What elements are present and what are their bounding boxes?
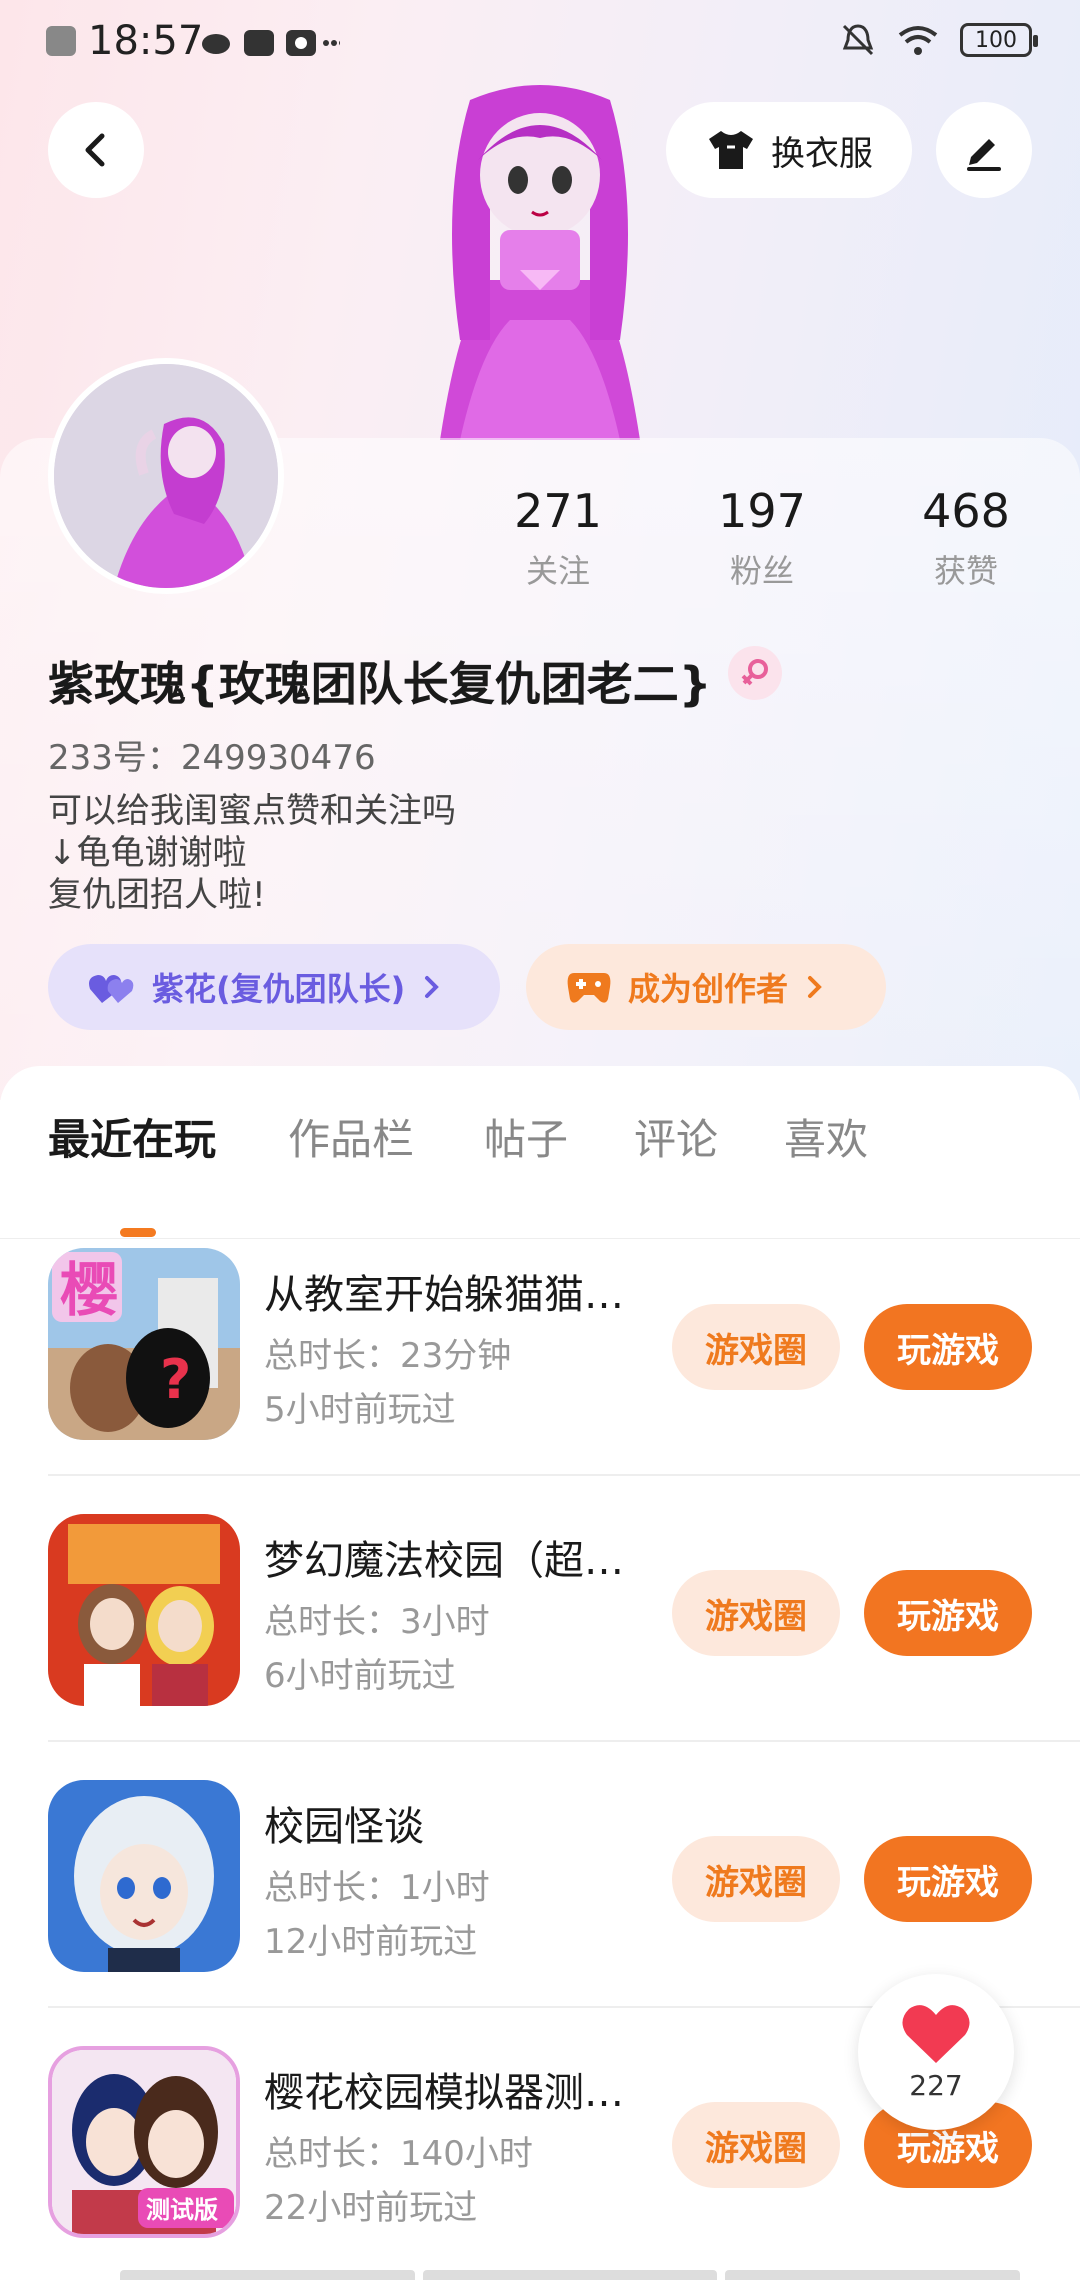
game-last-played: 5小时前玩过: [264, 1390, 456, 1430]
relationship-label: 紫花(复仇团队长): [152, 970, 406, 1008]
game-last-played: 6小时前玩过: [264, 1656, 456, 1696]
double-heart-icon: [89, 975, 134, 1003]
bottom-handle: [120, 2270, 1021, 2280]
game-thumbnail: [48, 1780, 240, 1972]
gamepad-icon: [567, 973, 611, 1003]
game-circle-button[interactable]: 游戏圈: [672, 1836, 840, 1922]
status-bar: 18:57 100: [0, 0, 1080, 84]
following-label: 关注: [525, 552, 590, 590]
status-app-icons: [202, 30, 340, 56]
become-creator-chip[interactable]: 成为创作者: [526, 944, 886, 1030]
game-icon-image: [48, 1780, 240, 1972]
game-circle-button[interactable]: 游戏圈: [672, 1304, 840, 1390]
tab-indicator: [120, 1228, 156, 1237]
female-symbol-icon: [741, 659, 768, 686]
play-game-button[interactable]: 玩游戏: [864, 1570, 1032, 1656]
game-icon-glyph: 樱: [60, 1256, 118, 1324]
avatar-image: [54, 364, 278, 588]
stat-followers[interactable]: 197 粉丝: [672, 484, 852, 592]
game-title: 从教室开始躲猫猫…: [264, 1272, 624, 1318]
game-thumbnail: ? 樱: [48, 1248, 240, 1440]
stat-following[interactable]: 271 关注: [468, 484, 648, 592]
stat-likes[interactable]: 468 获赞: [876, 484, 1056, 592]
chevron-right-icon: [425, 976, 440, 998]
game-duration: 总时长：140小时: [264, 2134, 533, 2174]
game-duration: 总时长：1小时: [264, 1868, 490, 1908]
play-game-button[interactable]: 玩游戏: [864, 1836, 1032, 1922]
avatar[interactable]: [48, 358, 284, 594]
game-title: 梦幻魔法校园（超…: [264, 1538, 624, 1584]
tab-recently-played[interactable]: 最近在玩: [48, 1106, 216, 1167]
back-arrow-icon: [85, 133, 105, 167]
followers-count: 197: [718, 484, 806, 538]
game-thumbnail: 测试版: [48, 2046, 240, 2238]
profile-name: 紫玫瑰{玫瑰团队长复仇团老二}: [48, 657, 712, 711]
become-creator-label: 成为创作者: [628, 970, 789, 1008]
game-icon-image: 测试版: [52, 2050, 236, 2234]
bottom-bar-segment: [422, 2270, 718, 2280]
battery-indicator: 100: [960, 23, 1038, 57]
game-title: 樱花校园模拟器测…: [264, 2070, 624, 2116]
like-count: 227: [909, 2068, 963, 2102]
profile-bio: 可以给我闺蜜点赞和关注吗 ↓龟龟谢谢啦 复仇团招人啦!: [48, 790, 456, 916]
play-game-button[interactable]: 玩游戏: [864, 1304, 1032, 1390]
bio-line: 可以给我闺蜜点赞和关注吗: [48, 791, 456, 831]
tab-posts[interactable]: 帖子: [484, 1106, 568, 1167]
back-button[interactable]: [48, 102, 144, 198]
notification-icon: [46, 26, 76, 56]
relationship-chip[interactable]: 紫花(复仇团队长): [48, 944, 500, 1030]
wifi-icon: [898, 26, 938, 55]
chevron-right-icon: [808, 976, 822, 998]
avatar-character-figure[interactable]: [370, 80, 710, 440]
game-last-played: 12小时前玩过: [264, 1922, 478, 1962]
game-last-played: 22小时前玩过: [264, 2188, 478, 2228]
tab-likes[interactable]: 喜欢: [784, 1106, 868, 1167]
change-outfit-label: 换衣服: [771, 133, 873, 174]
svg-text:?: ?: [160, 1348, 191, 1411]
gender-female-icon: [728, 646, 782, 700]
shirt-icon: [709, 131, 753, 169]
bio-line: 复仇团招人啦!: [48, 875, 266, 915]
game-icon-image: [48, 1514, 240, 1706]
game-circle-button[interactable]: 游戏圈: [672, 1570, 840, 1656]
tabs-divider: [0, 1238, 1080, 1239]
user-id: 233号：249930476: [48, 738, 376, 778]
bio-line: ↓龟龟谢谢啦: [48, 833, 247, 873]
pencil-icon: [967, 139, 1001, 171]
bell-off-icon: [842, 24, 874, 56]
row-divider: [48, 1740, 1080, 1742]
likes-count: 468: [922, 484, 1010, 538]
heart-icon: [902, 2004, 970, 2063]
game-title: 校园怪谈: [264, 1804, 424, 1850]
game-duration: 总时长：23分钟: [264, 1336, 512, 1376]
bottom-bar-segment: [120, 2270, 415, 2280]
status-time: 18:57: [88, 18, 204, 64]
followers-label: 粉丝: [729, 552, 794, 590]
following-count: 271: [514, 484, 602, 538]
profile-tabs: 最近在玩 作品栏 帖子 评论 喜欢: [0, 1106, 1080, 1239]
likes-label: 获赞: [933, 552, 998, 590]
edit-button[interactable]: [936, 102, 1032, 198]
game-duration: 总时长：3小时: [264, 1602, 490, 1642]
tab-works[interactable]: 作品栏: [288, 1106, 414, 1167]
bottom-bar-segment: [725, 2270, 1021, 2280]
like-floating-button[interactable]: 227: [858, 1974, 1014, 2130]
game-icon-badge: 测试版: [146, 2196, 218, 2224]
game-thumbnail: [48, 1514, 240, 1706]
tab-comments[interactable]: 评论: [634, 1106, 718, 1167]
row-divider: [48, 1474, 1080, 1476]
game-circle-button[interactable]: 游戏圈: [672, 2102, 840, 2188]
game-icon-image: ? 樱: [48, 1248, 240, 1440]
